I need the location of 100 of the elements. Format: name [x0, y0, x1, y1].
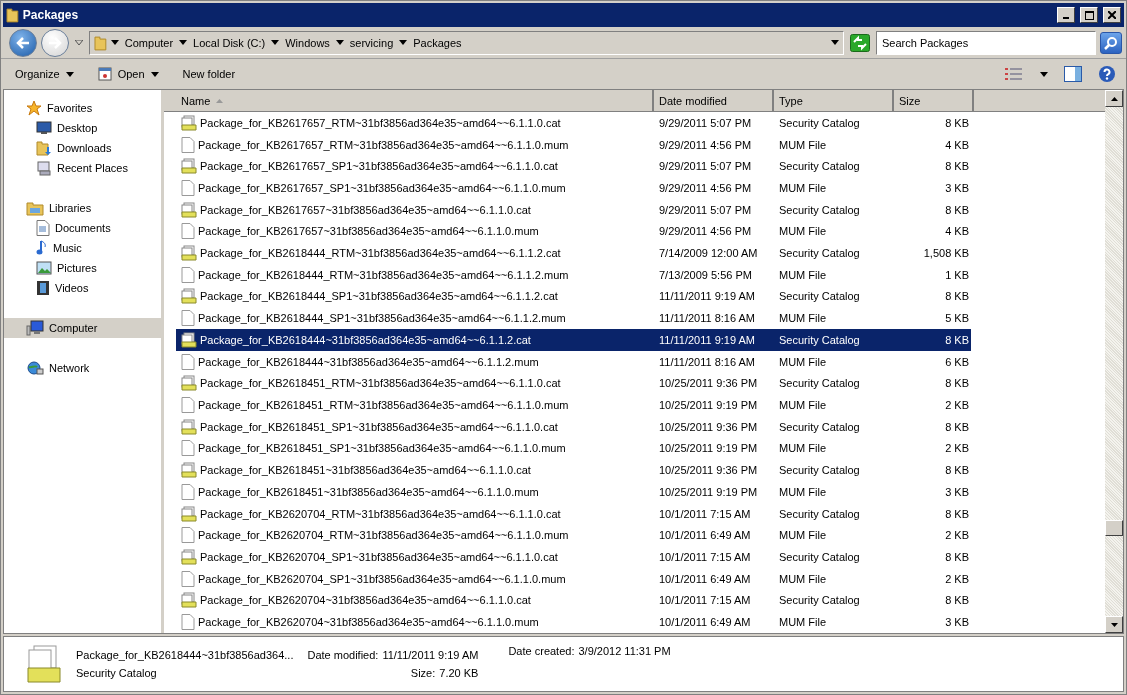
preview-pane-button[interactable]: [1062, 66, 1084, 82]
date-cell-text: 10/1/2011 6:49 AM: [658, 572, 752, 585]
catalog-file-icon: [181, 505, 197, 522]
file-row[interactable]: Package_for_KB2617657_SP1~31bf3856ad364e35~amd64~~6.1.1.0.cat 9/29/2011 5:07 PM Security Catalog 8 KB: [176, 155, 971, 178]
scrollbar[interactable]: [1105, 90, 1123, 633]
size-cell-text: 8 KB: [944, 594, 970, 607]
file-row[interactable]: Package_for_KB2618451_SP1~31bf3856ad364e35~amd64~~6.1.1.0.mum 10/25/2011 9:19 PM MUM File 2 KB: [176, 437, 971, 460]
breadcrumb-item[interactable]: Packages: [411, 36, 464, 49]
type-cell-text: MUM File: [778, 399, 828, 411]
file-row[interactable]: Package_for_KB2617657~31bf3856ad364e35~amd64~~6.1.1.0.cat 9/29/2011 5:07 PM Security Catalog 8 KB: [176, 198, 971, 221]
file-row[interactable]: Package_for_KB2617657~31bf3856ad364e35~amd64~~6.1.1.0.mum 9/29/2011 4:56 PM MUM File 4 KB: [176, 220, 971, 243]
file-row[interactable]: Package_for_KB2618444~31bf3856ad364e35~amd64~~6.1.1.2.mum 11/11/2011 8:16 AM MUM File 6 KB: [176, 350, 971, 373]
file-row[interactable]: Package_for_KB2618444_RTM~31bf3856ad364e35~amd64~~6.1.1.2.cat 7/14/2009 12:00 AM Security Catalog 1,508 KB: [176, 242, 971, 264]
file-row[interactable]: Package_for_KB2620704~31bf3856ad364e35~amd64~~6.1.1.0.mum 10/1/2011 6:49 AM MUM File 3 KB: [176, 611, 971, 633]
file-row[interactable]: Package_for_KB2618451_SP1~31bf3856ad364e35~amd64~~6.1.1.0.cat 10/25/2011 9:36 PM Security Catalog 8 KB: [176, 415, 971, 438]
close-button[interactable]: [1103, 7, 1121, 23]
scroll-down-icon: [1110, 622, 1118, 627]
breadcrumb-item[interactable]: Computer: [122, 36, 176, 49]
size-cell-text: 8 KB: [944, 116, 970, 129]
date-cell-text: 11/11/2011 8:16 AM: [658, 355, 757, 368]
breadcrumb-item[interactable]: Windows: [283, 36, 332, 49]
navigation-item[interactable]: Pictures: [4, 258, 161, 278]
type-cell-text: Security Catalog: [778, 550, 861, 563]
file-row[interactable]: Package_for_KB2618451~31bf3856ad364e35~amd64~~6.1.1.0.cat 10/25/2011 9:36 PM Security Catalog 8 KB: [176, 459, 971, 481]
catalog-file-icon: [181, 114, 197, 131]
document-icon: [181, 136, 195, 153]
maximize-button[interactable]: [1080, 7, 1098, 23]
navigation-item[interactable]: Videos: [4, 278, 161, 298]
file-row[interactable]: Package_for_KB2618444_RTM~31bf3856ad364e35~amd64~~6.1.1.2.mum 7/13/2009 5:56 PM MUM File 1 KB: [176, 263, 971, 286]
document-icon: [181, 223, 195, 240]
close-icon: [1108, 11, 1116, 19]
file-row[interactable]: Package_for_KB2618451_RTM~31bf3856ad364e35~amd64~~6.1.1.0.cat 10/25/2011 9:36 PM Security Catalog 8 KB: [176, 372, 971, 395]
file-name: Package_for_KB2618451~31bf3856ad364e35~amd64~~6.1.1.0.mum: [198, 485, 539, 498]
type-cell-text: Security Catalog: [778, 464, 861, 477]
toolbar-button[interactable]: Organize: [9, 66, 80, 82]
toolbar-button[interactable]: New folder: [176, 66, 242, 82]
navigation-item[interactable]: Favorites: [4, 98, 161, 118]
date-cell-text: 10/25/2011 9:19 PM: [658, 442, 759, 455]
breadcrumb-item[interactable]: Local Disk (C:): [191, 36, 268, 49]
caret-icon: [271, 40, 280, 45]
navigation-item[interactable]: Downloads: [4, 138, 161, 158]
recent-places-icon: [36, 160, 52, 176]
file-row[interactable]: Package_for_KB2620704_RTM~31bf3856ad364e35~amd64~~6.1.1.0.mum 10/1/2011 6:49 AM MUM File 2 KB: [176, 524, 971, 547]
file-row[interactable]: Package_for_KB2617657_RTM~31bf3856ad364e35~amd64~~6.1.1.0.cat 9/29/2011 5:07 PM Security Catalog 8 KB: [176, 112, 971, 134]
date-cell-text: 9/29/2011 4:56 PM: [658, 138, 753, 151]
type-cell-text: Security Catalog: [778, 377, 861, 390]
catalog-file-icon: [181, 331, 197, 348]
file-row[interactable]: Package_for_KB2618444_SP1~31bf3856ad364e35~amd64~~6.1.1.2.cat 11/11/2011 9:19 AM Security Catalog 8 KB: [176, 285, 971, 308]
caret-icon: [335, 40, 344, 45]
navigation-item[interactable]: Libraries: [4, 198, 161, 218]
toolbar-button[interactable]: Open: [91, 65, 165, 83]
size-cell-text: 3 KB: [944, 485, 970, 498]
back-button[interactable]: [9, 28, 37, 57]
address-bar[interactable]: Computer Local Disk (C:) Windows servicing Packages: [89, 30, 844, 55]
search-field[interactable]: Search Packages: [876, 30, 1096, 55]
document-icon: [181, 483, 195, 500]
navigation-item[interactable]: Computer: [4, 318, 161, 338]
file-row[interactable]: Package_for_KB2618451~31bf3856ad364e35~amd64~~6.1.1.0.mum 10/25/2011 9:19 PM MUM File 3 KB: [176, 480, 971, 503]
computer-icon: [26, 320, 44, 336]
file-row[interactable]: Package_for_KB2618444_SP1~31bf3856ad364e35~amd64~~6.1.1.2.mum 11/11/2011 8:16 AM MUM File 5 KB: [176, 307, 971, 330]
help-button[interactable]: [1096, 65, 1118, 83]
navigation-item[interactable]: Desktop: [4, 118, 161, 138]
refresh-button[interactable]: [848, 32, 872, 53]
file-name: Package_for_KB2617657~31bf3856ad364e35~amd64~~6.1.1.0.cat: [200, 203, 531, 216]
catalog-file-icon: [181, 375, 197, 392]
size-cell-text: 2 KB: [944, 529, 970, 542]
file-row[interactable]: Package_for_KB2620704_SP1~31bf3856ad364e35~amd64~~6.1.1.0.mum 10/1/2011 6:49 AM MUM File 2 KB: [176, 567, 971, 590]
file-name: Package_for_KB2617657_RTM~31bf3856ad364e35~amd64~~6.1.1.0.cat: [200, 116, 561, 129]
field-value: 11/11/2011 9:19 AM: [382, 649, 479, 661]
size-cell-text: 4 KB: [944, 225, 970, 238]
navigation-item[interactable]: Recent Places: [4, 158, 161, 178]
file-row[interactable]: Package_for_KB2618451_RTM~31bf3856ad364e35~amd64~~6.1.1.0.mum 10/25/2011 9:19 PM MUM File 2 KB: [176, 394, 971, 416]
file-row[interactable]: Package_for_KB2618444~31bf3856ad364e35~amd64~~6.1.1.2.cat 11/11/2011 9:19 AM Security Catalog 8 KB: [176, 329, 971, 351]
file-name: Package_for_KB2618444~31bf3856ad364e35~amd64~~6.1.1.2.cat: [200, 333, 531, 346]
folder-icon: [94, 34, 107, 51]
file-row[interactable]: Package_for_KB2617657_SP1~31bf3856ad364e35~amd64~~6.1.1.0.mum 9/29/2011 4:56 PM MUM File 3 KB: [176, 177, 971, 199]
caret-icon: [75, 40, 83, 45]
file-row[interactable]: Package_for_KB2620704_RTM~31bf3856ad364e35~amd64~~6.1.1.0.cat 10/1/2011 7:15 AM Security Catalog 8 KB: [176, 502, 971, 525]
navigation-item[interactable]: Documents: [4, 218, 161, 238]
caret-icon: [65, 71, 74, 77]
search-button[interactable]: [1100, 31, 1122, 54]
file-type: Security Catalog: [76, 667, 158, 679]
file-name: Package_for_KB2620704_SP1~31bf3856ad364e35~amd64~~6.1.1.0.cat: [200, 550, 558, 563]
folder-arrow-icon: [36, 140, 52, 156]
type-cell-text: Security Catalog: [778, 507, 861, 520]
forward-button[interactable]: [41, 28, 69, 57]
file-row[interactable]: Package_for_KB2620704_SP1~31bf3856ad364e35~amd64~~6.1.1.0.cat 10/1/2011 7:15 AM Security Catalog 8 KB: [176, 546, 971, 568]
navigation-item[interactable]: Network: [4, 358, 161, 378]
file-row[interactable]: Package_for_KB2617657_RTM~31bf3856ad364e35~amd64~~6.1.1.0.mum 9/29/2011 4:56 PM MUM File 4 KB: [176, 133, 971, 156]
caret-icon: [399, 40, 408, 45]
views-dropdown-button[interactable]: [1038, 71, 1050, 77]
size-cell-text: 4 KB: [944, 138, 970, 151]
minimize-button[interactable]: [1057, 7, 1075, 23]
type-cell-text: MUM File: [778, 442, 828, 455]
scrollbar-thumb[interactable]: [1105, 520, 1123, 536]
file-name: Package_for_KB2617657_SP1~31bf3856ad364e35~amd64~~6.1.1.0.mum: [198, 181, 566, 194]
breadcrumb-item[interactable]: servicing: [347, 36, 396, 49]
navigation-item[interactable]: Music: [4, 238, 161, 258]
type-cell-text: MUM File: [778, 225, 828, 238]
file-row[interactable]: Package_for_KB2620704~31bf3856ad364e35~amd64~~6.1.1.0.cat 10/1/2011 7:15 AM Security Catalog 8 KB: [176, 589, 971, 612]
